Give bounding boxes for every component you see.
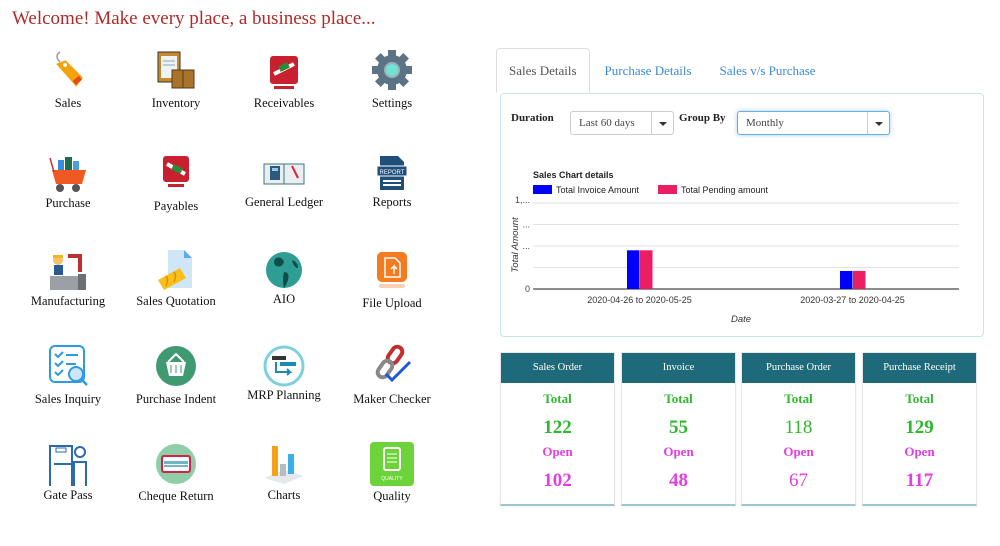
module-sales[interactable]: Sales bbox=[14, 48, 122, 138]
card-sales-order: Sales Order Total 122 Open 102 bbox=[500, 352, 615, 506]
module-sales-quotation[interactable]: Sales Quotation bbox=[122, 250, 230, 340]
module-reports[interactable]: REPORT Reports bbox=[338, 152, 446, 242]
legend-swatch bbox=[533, 185, 552, 194]
factory-worker-robot-arm-icon bbox=[50, 254, 86, 290]
card-title[interactable]: Purchase Order bbox=[742, 353, 855, 383]
card-title[interactable]: Invoice bbox=[622, 353, 735, 383]
open-count[interactable]: 48 bbox=[622, 470, 735, 492]
total-label: Total bbox=[543, 391, 572, 406]
module-file-upload[interactable]: File Upload bbox=[338, 250, 446, 340]
y-tick-label: 1,... bbox=[515, 195, 530, 205]
total-count[interactable]: 118 bbox=[742, 417, 855, 439]
total-count[interactable]: 122 bbox=[501, 417, 614, 439]
total-label: Total bbox=[664, 391, 693, 406]
y-tick-label: ... bbox=[522, 220, 530, 230]
module-general-ledger[interactable]: General Ledger bbox=[230, 152, 338, 242]
module-quality[interactable]: QUALITY Quality bbox=[338, 442, 446, 532]
bar-total-pending-amount bbox=[853, 270, 866, 289]
details-tabs: Sales Details Purchase Details Sales v/s… bbox=[496, 48, 831, 94]
open-count[interactable]: 102 bbox=[501, 470, 614, 492]
module-inventory[interactable]: Inventory bbox=[122, 48, 230, 138]
open-label: Open bbox=[783, 444, 814, 459]
open-label: Open bbox=[542, 444, 573, 459]
card-invoice: Invoice Total 55 Open 48 bbox=[621, 352, 736, 506]
bar-chart-3d-icon bbox=[264, 446, 304, 484]
card-title[interactable]: Sales Order bbox=[501, 353, 614, 383]
module-gate-pass[interactable]: Gate Pass bbox=[14, 442, 122, 532]
x-tick-label: 2020-03-27 to 2020-04-25 bbox=[800, 295, 905, 305]
report-document-icon: REPORT bbox=[376, 156, 408, 190]
chart-gridlines: 0...... 1,... bbox=[515, 195, 959, 294]
card-purchase-order: Purchase Order Total 118 Open 67 bbox=[741, 352, 856, 506]
card-title[interactable]: Purchase Receipt bbox=[863, 353, 976, 383]
upload-file-icon bbox=[377, 252, 407, 288]
bar-total-invoice-amount bbox=[627, 250, 640, 289]
payable-money-hand-icon bbox=[163, 156, 189, 187]
chart-x-ticks: 2020-04-26 to 2020-05-25 2020-03-27 to 20… bbox=[587, 295, 905, 305]
total-label: Total bbox=[784, 391, 813, 406]
quotation-document-icon bbox=[158, 250, 192, 290]
ledger-book-calculator-icon bbox=[263, 163, 305, 185]
checklist-search-icon bbox=[49, 345, 88, 386]
card-purchase-receipt: Purchase Receipt Total 129 Open 117 bbox=[862, 352, 977, 506]
quality-clipboard-icon: QUALITY bbox=[370, 442, 414, 486]
module-settings[interactable]: Settings bbox=[338, 48, 446, 138]
security-gate-icon bbox=[49, 445, 87, 486]
x-tick-label: 2020-04-26 to 2020-05-25 bbox=[587, 295, 692, 305]
module-sales-inquiry[interactable]: Sales Inquiry bbox=[14, 344, 122, 434]
y-tick-label: ... bbox=[522, 241, 530, 251]
module-label: Quality bbox=[373, 489, 411, 503]
sales-chart: Sales Chart details Total Invoice Amount… bbox=[510, 170, 959, 325]
shopping-cart-icon bbox=[49, 157, 86, 192]
chart-title: Sales Chart details bbox=[533, 170, 614, 180]
total-count[interactable]: 129 bbox=[863, 417, 976, 439]
module-label: Settings bbox=[371, 96, 413, 110]
module-label: Maker Checker bbox=[353, 392, 431, 406]
open-label: Open bbox=[904, 444, 935, 459]
welcome-heading: Welcome! Make every place, a business pl… bbox=[12, 8, 376, 29]
globe-icon bbox=[266, 252, 302, 288]
svg-text:QUALITY: QUALITY bbox=[381, 476, 403, 482]
chart-bars bbox=[627, 250, 866, 289]
module-label: Reports bbox=[372, 195, 412, 209]
module-receivables[interactable]: Receivables bbox=[230, 48, 338, 138]
tab-sales-vs-purchase[interactable]: Sales v/s Purchase bbox=[707, 48, 829, 93]
module-purchase-indent[interactable]: Purchase Indent bbox=[122, 344, 230, 434]
bar-total-pending-amount bbox=[640, 250, 653, 289]
open-count[interactable]: 67 bbox=[742, 470, 855, 492]
sales-details-panel: Duration Last 60 days Group By Monthly S… bbox=[500, 93, 984, 337]
y-axis-label: Total Amount bbox=[510, 217, 521, 273]
total-label: Total bbox=[905, 391, 934, 406]
open-label: Open bbox=[663, 444, 694, 459]
module-cheque-return[interactable]: Cheque Return bbox=[122, 442, 230, 532]
module-purchase[interactable]: Purchase bbox=[14, 152, 122, 242]
module-label: File Upload bbox=[362, 296, 422, 310]
module-mrp-planning[interactable]: MRP Planning bbox=[230, 344, 338, 434]
bar-total-invoice-amount bbox=[840, 270, 853, 289]
basket-icon bbox=[156, 346, 196, 386]
total-count[interactable]: 55 bbox=[622, 417, 735, 439]
chart-legend: Total Invoice Amount Total Pending amount bbox=[533, 185, 769, 195]
module-charts[interactable]: Charts bbox=[230, 442, 338, 532]
legend-label: Total Invoice Amount bbox=[556, 185, 640, 195]
module-payables[interactable]: Payables bbox=[122, 152, 230, 242]
legend-label: Total Pending amount bbox=[681, 185, 769, 195]
module-aio[interactable]: AIO bbox=[230, 250, 338, 340]
module-maker-checker[interactable]: Maker Checker bbox=[338, 344, 446, 434]
module-manufacturing[interactable]: Manufacturing bbox=[14, 250, 122, 340]
svg-text:REPORT: REPORT bbox=[380, 170, 405, 176]
chain-check-icon bbox=[375, 344, 412, 383]
receivable-money-hand-icon bbox=[270, 56, 298, 89]
tab-purchase-details[interactable]: Purchase Details bbox=[592, 48, 705, 93]
cheque-card-icon bbox=[156, 444, 196, 484]
tab-sales-details[interactable]: Sales Details bbox=[496, 48, 590, 93]
open-count[interactable]: 117 bbox=[863, 470, 976, 492]
legend-swatch bbox=[658, 185, 677, 194]
clipboard-boxes-icon bbox=[157, 51, 195, 89]
mrp-transfer-icon bbox=[263, 345, 305, 387]
x-axis-label: Date bbox=[731, 314, 751, 325]
y-tick-label: 0 bbox=[525, 284, 530, 294]
price-tag-icon bbox=[56, 51, 83, 87]
gear-icon bbox=[372, 50, 412, 90]
